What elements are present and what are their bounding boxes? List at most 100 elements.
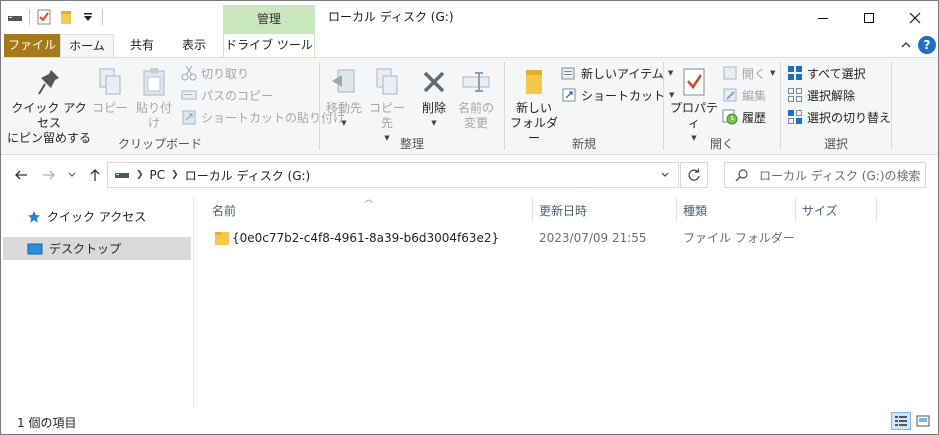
- chevron-down-icon: [68, 172, 76, 177]
- breadcrumb-pc[interactable]: PC: [150, 168, 166, 182]
- column-header-size[interactable]: サイズ: [796, 198, 876, 224]
- help-button[interactable]: ?: [918, 36, 936, 54]
- new-item-button[interactable]: 新しいアイテム ▼: [561, 63, 673, 83]
- expand-ribbon-button[interactable]: [897, 36, 915, 54]
- refresh-icon: [688, 168, 700, 181]
- history-button[interactable]: 履歴: [722, 107, 766, 127]
- rename-button[interactable]: 名前の 変更: [456, 62, 496, 131]
- nav-item-desktop[interactable]: デスクトップ: [3, 237, 191, 260]
- column-header-modified[interactable]: 更新日時: [533, 198, 676, 224]
- refresh-button[interactable]: [680, 162, 708, 188]
- copy-to-button[interactable]: コピー先 ▼: [366, 62, 408, 146]
- delete-button[interactable]: 削除 ▼: [416, 62, 452, 131]
- organize-group: 移動先 ▼ コピー先 ▼ 削除 ▼ 名前の 変更 整理: [320, 58, 504, 155]
- move-to-button[interactable]: 移動先 ▼: [324, 62, 364, 131]
- recent-locations-button[interactable]: [65, 165, 79, 185]
- context-tab-manage: 管理: [223, 5, 315, 34]
- breadcrumb-drive[interactable]: ローカル ディスク (G:): [185, 167, 311, 184]
- forward-button[interactable]: [39, 165, 59, 185]
- address-bar[interactable]: ❯ PC ❯ ローカル ディスク (G:): [107, 162, 679, 188]
- invert-selection-button[interactable]: 選択の切り替え: [787, 107, 891, 127]
- select-all-label: すべて選択: [807, 66, 866, 81]
- nav-item-quick-access[interactable]: クイック アクセス: [3, 205, 191, 228]
- navigation-pane: クイック アクセス デスクトップ: [1, 196, 191, 409]
- move-to-dropdown-icon: ▼: [341, 119, 347, 127]
- new-folder-button[interactable]: 新しい フォルダー: [509, 62, 559, 146]
- copy-button[interactable]: コピー: [92, 62, 128, 116]
- rename-icon: [460, 66, 492, 98]
- column-header-name[interactable]: 名前: [206, 198, 532, 224]
- search-box[interactable]: ローカル ディスク (G:)の検索: [724, 162, 926, 188]
- pin-label-1: クイック アクセス: [11, 101, 87, 130]
- ribbon-tabs: ファイル ホーム 共有 表示 ドライブ ツール ?: [1, 34, 938, 58]
- large-icons-view-button[interactable]: [913, 412, 933, 430]
- history-label: 履歴: [742, 110, 767, 125]
- table-row[interactable]: {0e0c77b2-c4f8-4961-8a39-b6d3004f63e2} 2…: [208, 227, 858, 249]
- arrow-right-icon: [43, 170, 55, 180]
- close-button[interactable]: [892, 1, 938, 34]
- clipboard-group: クイック アクセス にピン留めする コピー 貼り付け 切り取り パスのコピー シ…: [1, 58, 345, 155]
- edit-icon: [722, 87, 738, 103]
- search-icon: [735, 169, 748, 182]
- select-all-button[interactable]: すべて選択: [787, 63, 866, 83]
- chevron-up-icon: [901, 42, 911, 48]
- item-count: 1 個の項目: [17, 416, 77, 430]
- column-header-type[interactable]: 種類: [677, 198, 795, 224]
- up-button[interactable]: [85, 165, 105, 185]
- paste-button[interactable]: 貼り付け: [131, 62, 177, 131]
- copy-icon: [94, 66, 126, 98]
- minimize-icon: [818, 17, 828, 19]
- cut-label: 切り取り: [201, 66, 250, 81]
- rename-label-1: 名前の: [457, 101, 494, 115]
- explorer-window: 管理 ローカル ディスク (G:) ファイル ホーム 共有 表示 ドライブ ツー…: [0, 0, 939, 435]
- details-view-button[interactable]: [891, 412, 911, 430]
- group-separator: [891, 62, 892, 150]
- select-none-label: 選択解除: [807, 88, 856, 103]
- delete-dropdown-icon: ▼: [431, 119, 437, 127]
- back-button[interactable]: [11, 165, 31, 185]
- new-group: 新しい フォルダー 新しいアイテム ▼ ショートカット ▼ 新規: [505, 58, 674, 155]
- copy-path-button[interactable]: パスのコピー: [181, 85, 273, 105]
- maximize-button[interactable]: [846, 1, 892, 34]
- chevron-down-icon: [661, 172, 669, 177]
- ribbon: クイック アクセス にピン留めする コピー 貼り付け 切り取り パスのコピー シ…: [1, 57, 938, 155]
- select-none-button[interactable]: 選択解除: [787, 85, 855, 105]
- address-row: ❯ PC ❯ ローカル ディスク (G:) ローカル ディスク (G:)の検索: [1, 156, 938, 196]
- clipboard-group-label: クリップボード: [117, 137, 202, 151]
- tab-share[interactable]: 共有: [117, 34, 167, 57]
- edit-button[interactable]: 編集: [722, 85, 766, 105]
- select-all-icon: [787, 65, 803, 81]
- open-button[interactable]: 開く ▼: [722, 63, 775, 83]
- desktop-icon: [27, 243, 43, 254]
- properties-label: プロパティ: [669, 101, 718, 130]
- arrow-left-icon: [15, 170, 27, 180]
- column-separator[interactable]: [876, 198, 877, 222]
- tab-file[interactable]: ファイル: [4, 34, 60, 57]
- paste-shortcut-icon: [181, 109, 197, 125]
- tab-drive-tools[interactable]: ドライブ ツール: [223, 34, 315, 57]
- minimize-button[interactable]: [800, 1, 846, 34]
- new-folder-icon[interactable]: [58, 9, 74, 25]
- status-bar: 1 個の項目: [1, 409, 938, 434]
- paste-label: 貼り付け: [135, 101, 172, 130]
- select-none-icon: [787, 87, 803, 103]
- easy-access-button[interactable]: ショートカット ▼: [561, 85, 674, 105]
- close-icon: [909, 12, 921, 23]
- tab-view[interactable]: 表示: [169, 34, 219, 57]
- move-to-icon: [328, 66, 360, 98]
- cut-button[interactable]: 切り取り: [181, 63, 249, 83]
- properties-button[interactable]: プロパティ ▼: [668, 62, 720, 146]
- address-dropdown-button[interactable]: [652, 163, 678, 187]
- pin-quick-access-button[interactable]: クイック アクセス にピン留めする: [7, 62, 91, 146]
- properties-check-icon[interactable]: [36, 9, 52, 25]
- qat-separator: [29, 9, 30, 25]
- drive-icon: [7, 9, 23, 25]
- open-group: プロパティ ▼ 開く ▼ 編集 履歴 開く: [664, 58, 780, 155]
- invert-selection-label: 選択の切り替え: [807, 110, 892, 125]
- nav-item-label: デスクトップ: [49, 242, 122, 256]
- file-list: ︿ 名前 更新日時 種類 サイズ {0e0c77b2-c4f8-4961-8a3…: [194, 195, 938, 409]
- open-group-label: 開く: [709, 137, 734, 151]
- customize-qat-icon[interactable]: [80, 9, 96, 25]
- select-group-label: 選択: [823, 137, 848, 151]
- tab-home[interactable]: ホーム: [60, 34, 114, 58]
